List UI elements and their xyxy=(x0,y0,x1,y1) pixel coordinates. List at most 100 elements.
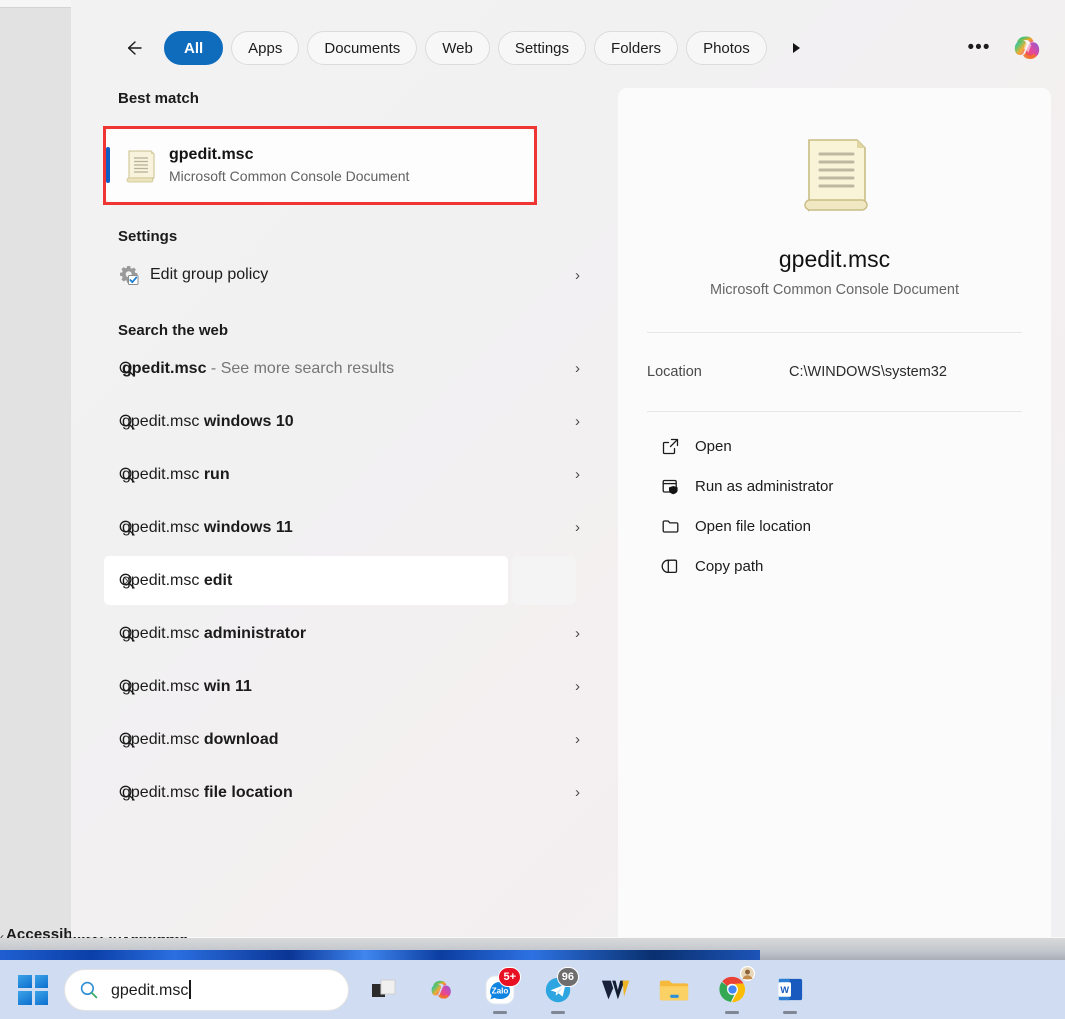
taskbar-search-input[interactable]: gpedit.msc xyxy=(64,969,349,1011)
tab-web-label: Web xyxy=(442,40,473,57)
web-result-row[interactable]: gpedit.msc run › xyxy=(71,448,604,501)
location-label: Location xyxy=(647,364,789,380)
web-result-row[interactable]: gpedit.msc windows 10 › xyxy=(71,395,604,448)
chevron-right-icon: › xyxy=(575,678,580,695)
copy-icon xyxy=(661,557,695,576)
taskbar-item-chrome[interactable] xyxy=(703,960,761,1019)
tab-apps[interactable]: Apps xyxy=(231,31,299,65)
svg-text:W: W xyxy=(780,985,789,995)
action-copy-path-label: Copy path xyxy=(695,558,763,575)
play-right-arrow-icon xyxy=(789,41,803,55)
tab-photos-label: Photos xyxy=(703,40,750,57)
chevron-right-icon: › xyxy=(575,413,580,430)
tab-folders[interactable]: Folders xyxy=(594,31,678,65)
web-result-suffix: win 11 xyxy=(204,678,252,695)
tab-web[interactable]: Web xyxy=(425,31,490,65)
preview-location-row: Location C:\WINDOWS\system32 xyxy=(647,364,1051,380)
more-tabs-button[interactable] xyxy=(781,33,811,63)
shield-admin-icon xyxy=(661,477,695,496)
selection-indicator xyxy=(106,147,110,183)
preview-title: gpedit.msc xyxy=(618,246,1051,273)
row-hover-chevron-background[interactable] xyxy=(512,556,576,605)
tab-settings-label: Settings xyxy=(515,40,569,57)
chevron-right-icon: › xyxy=(575,625,580,642)
web-result-row[interactable]: gpedit.msc - See more search results › xyxy=(71,342,604,395)
best-match-subtitle: Microsoft Common Console Document xyxy=(169,167,409,186)
web-result-suffix: file location xyxy=(204,784,293,801)
action-open[interactable]: Open xyxy=(632,426,1037,466)
svg-text:Zalo: Zalo xyxy=(492,986,509,995)
web-result-suffix: windows 10 xyxy=(204,413,294,430)
chevron-right-icon: › xyxy=(575,267,580,284)
web-result-row[interactable]: gpedit.msc file location › xyxy=(71,766,604,819)
chevron-right-icon[interactable]: › xyxy=(124,572,129,589)
open-external-icon xyxy=(661,437,695,456)
web-result-suffix: - See more search results xyxy=(206,360,394,377)
best-match-item[interactable]: gpedit.msc Microsoft Common Console Docu… xyxy=(106,129,534,202)
filter-tabbar: All Apps Documents Web Settings Folders … xyxy=(71,24,1065,72)
preview-pane: gpedit.msc Microsoft Common Console Docu… xyxy=(618,88,1051,937)
chevron-right-icon: › xyxy=(575,784,580,801)
preview-actions: Open Run as administrator xyxy=(618,426,1051,586)
tab-all-label: All xyxy=(184,40,203,57)
task-view-icon xyxy=(369,975,399,1005)
running-indicator xyxy=(551,1011,565,1014)
web-result-prefix: gpedit.msc xyxy=(122,678,199,695)
action-copy-path[interactable]: Copy path xyxy=(632,546,1037,586)
taskbar-item-word[interactable]: W xyxy=(761,960,819,1019)
search-flyout-panel: All Apps Documents Web Settings Folders … xyxy=(71,0,1065,937)
taskbar-item-wondershare[interactable] xyxy=(587,960,645,1019)
taskbar-item-copilot[interactable] xyxy=(413,960,471,1019)
more-options-button[interactable]: ••• xyxy=(963,32,995,64)
tab-all[interactable]: All xyxy=(164,31,223,65)
web-result-row[interactable]: gpedit.msc administrator › xyxy=(71,607,604,660)
web-result-suffix: download xyxy=(204,731,279,748)
running-indicator xyxy=(725,1011,739,1014)
tab-apps-label: Apps xyxy=(248,40,282,57)
tab-documents[interactable]: Documents xyxy=(307,31,417,65)
zalo-badge: 5+ xyxy=(498,967,521,987)
folder-icon xyxy=(658,975,690,1005)
best-match-heading: Best match xyxy=(71,88,604,110)
settings-item-edit-group-policy[interactable]: Edit group policy › xyxy=(71,248,604,302)
best-match-title: gpedit.msc xyxy=(169,145,409,165)
start-tile xyxy=(35,975,49,989)
back-button[interactable] xyxy=(118,32,150,64)
windows-start-icon[interactable] xyxy=(18,975,48,1005)
taskbar-item-telegram[interactable]: 96 xyxy=(529,960,587,1019)
search-icon xyxy=(79,980,99,1000)
taskbar-item-task-view[interactable] xyxy=(355,960,413,1019)
location-value: C:\WINDOWS\system32 xyxy=(789,364,947,380)
web-result-row[interactable]: gpedit.msc win 11 › xyxy=(71,660,604,713)
web-result-suffix: run xyxy=(204,466,230,483)
running-indicator xyxy=(493,1011,507,1014)
text-caret xyxy=(189,980,191,999)
best-match-text: gpedit.msc Microsoft Common Console Docu… xyxy=(169,145,409,186)
results-column: Best match xyxy=(71,88,618,937)
web-result-row[interactable]: gpedit.msc download › xyxy=(71,713,604,766)
tab-photos[interactable]: Photos xyxy=(686,31,767,65)
taskbar-app-icons: Zalo 5+ 96 xyxy=(355,960,819,1019)
preview-divider-2 xyxy=(647,411,1022,412)
web-result-row-hovered[interactable]: gpedit.msc edit › xyxy=(71,554,604,607)
chevron-right-icon: › xyxy=(575,466,580,483)
start-tile xyxy=(35,991,49,1005)
taskbar-search-value: gpedit.msc xyxy=(111,982,188,999)
action-open-file-location[interactable]: Open file location xyxy=(632,506,1037,546)
w-logo-icon xyxy=(600,975,632,1005)
chevron-right-icon: › xyxy=(575,519,580,536)
start-tile xyxy=(18,975,32,989)
taskbar-item-zalo[interactable]: Zalo 5+ xyxy=(471,960,529,1019)
web-result-row[interactable]: gpedit.msc windows 11 › xyxy=(71,501,604,554)
copilot-button[interactable] xyxy=(1009,29,1047,67)
action-run-as-administrator[interactable]: Run as administrator xyxy=(632,466,1037,506)
tab-documents-label: Documents xyxy=(324,40,400,57)
console-document-icon xyxy=(121,147,161,185)
copilot-icon xyxy=(427,975,457,1005)
tab-settings[interactable]: Settings xyxy=(498,31,586,65)
settings-heading: Settings xyxy=(71,226,604,248)
web-result-prefix: gpedit.msc xyxy=(122,625,199,642)
gear-check-icon xyxy=(118,264,146,286)
settings-item-label: Edit group policy xyxy=(150,266,268,284)
taskbar-item-file-explorer[interactable] xyxy=(645,960,703,1019)
